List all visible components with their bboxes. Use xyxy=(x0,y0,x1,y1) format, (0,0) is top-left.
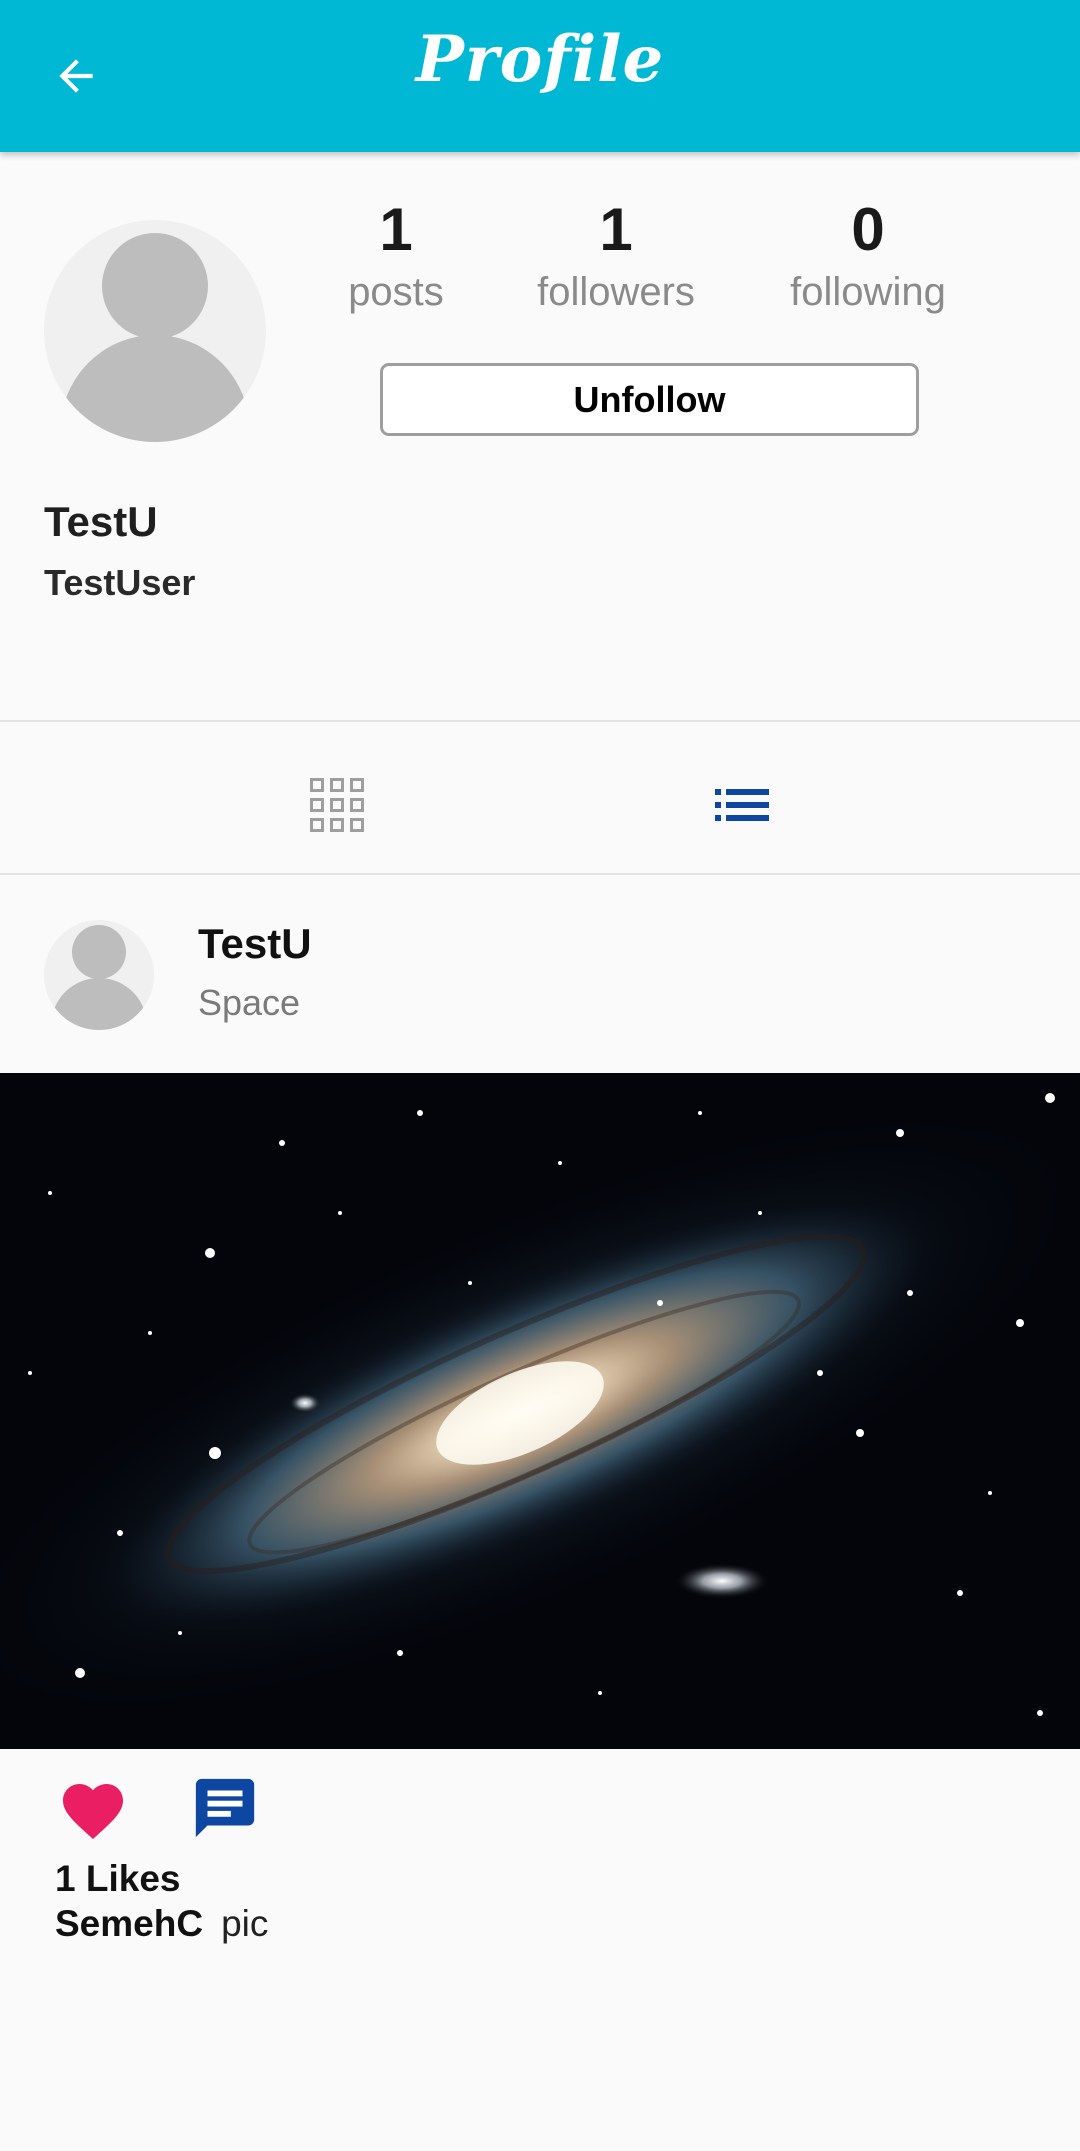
post-author-name[interactable]: TestU xyxy=(198,920,312,968)
post-caption: SemehC pic xyxy=(55,1903,268,1945)
default-avatar-icon xyxy=(51,925,147,1030)
profile-name: TestU xyxy=(44,498,158,545)
divider xyxy=(0,720,1080,722)
profile-stats: 1 posts 1 followers 0 following xyxy=(300,195,1000,325)
followers-label: followers xyxy=(537,270,695,314)
heart-icon xyxy=(63,1784,123,1840)
following-label: following xyxy=(790,270,946,314)
unfollow-button[interactable]: Unfollow xyxy=(380,363,919,436)
posts-count: 1 xyxy=(379,196,413,263)
default-avatar-icon xyxy=(60,233,250,442)
galaxy-image xyxy=(0,1073,1080,1749)
divider xyxy=(0,873,1080,875)
caption-text: pic xyxy=(221,1903,269,1944)
app-bar: Profile xyxy=(0,0,1080,152)
profile-username: TestUser xyxy=(44,562,196,603)
posts-label: posts xyxy=(348,270,444,314)
followers-count: 1 xyxy=(599,196,633,263)
profile-avatar xyxy=(44,220,266,442)
like-button[interactable] xyxy=(53,1768,133,1848)
following-count: 0 xyxy=(851,196,885,263)
page-title: Profile xyxy=(415,22,665,97)
comment-icon xyxy=(195,1778,255,1838)
likes-count[interactable]: 1 Likes xyxy=(55,1858,180,1900)
stat-posts[interactable]: 1 posts xyxy=(286,195,506,317)
comment-button[interactable] xyxy=(185,1768,265,1848)
stat-followers[interactable]: 1 followers xyxy=(506,195,726,317)
post-image[interactable] xyxy=(0,1073,1080,1749)
stat-following[interactable]: 0 following xyxy=(758,195,978,317)
post-author-avatar[interactable] xyxy=(44,920,154,1030)
list-view-icon xyxy=(715,789,769,821)
post-subtitle: Space xyxy=(198,982,301,1023)
caption-author[interactable]: SemehC xyxy=(55,1903,203,1944)
grid-view-icon xyxy=(310,778,364,832)
tab-list-view[interactable] xyxy=(472,730,1012,880)
